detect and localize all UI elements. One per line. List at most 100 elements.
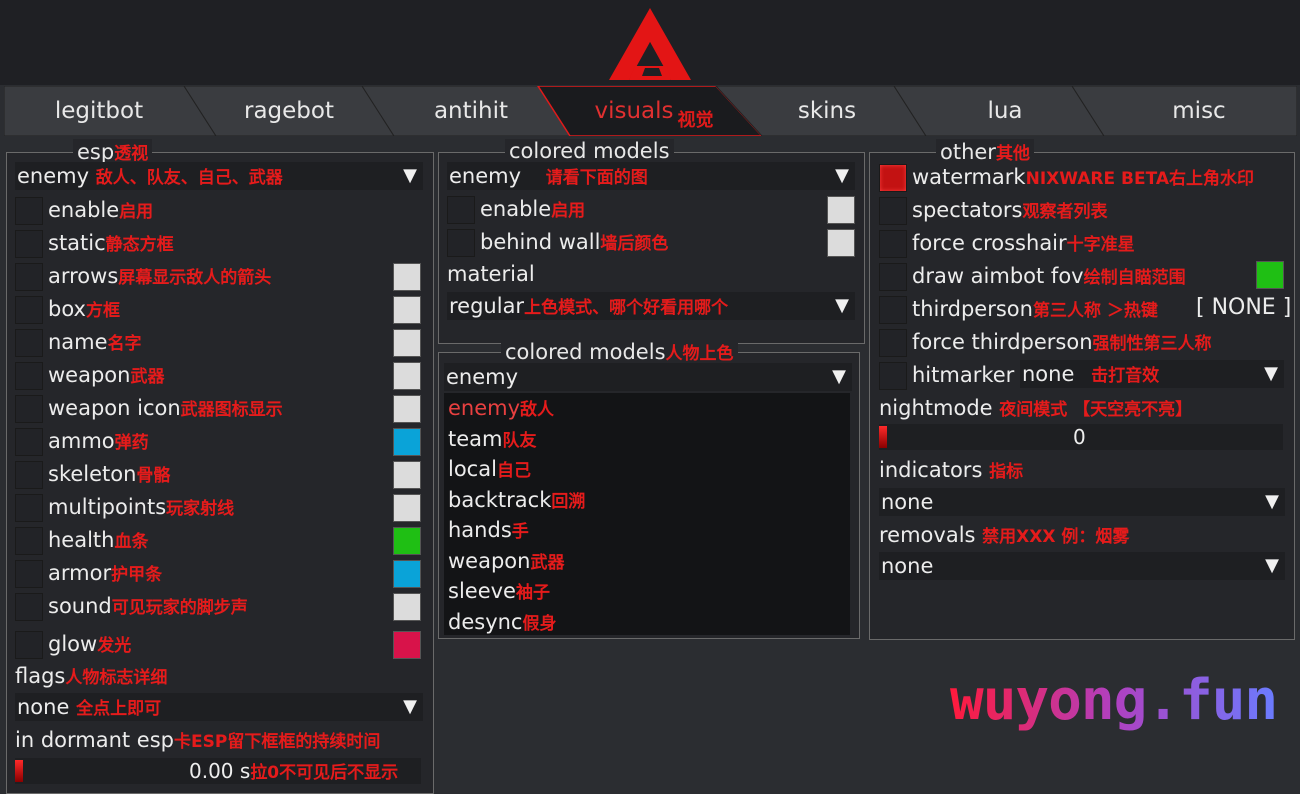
checkbox[interactable] bbox=[15, 362, 43, 390]
flags-label: flags人物标志详细 bbox=[15, 664, 168, 688]
dormant-slider[interactable]: 0.00 s拉0不可见后不显示 bbox=[15, 758, 421, 784]
option-label: armor护甲条 bbox=[48, 561, 163, 585]
checkbox[interactable] bbox=[447, 196, 475, 224]
colored-models-target-dropdown[interactable]: enemy 请看下面的图 ▼ bbox=[447, 162, 855, 190]
option-label: skeleton骨骼 bbox=[48, 462, 171, 486]
dormant-label: in dormant esp卡ESP留下框框的持续时间 bbox=[15, 728, 381, 752]
color-swatch[interactable] bbox=[393, 296, 421, 324]
checkbox[interactable] bbox=[15, 461, 43, 489]
chevron-down-icon: ▼ bbox=[1265, 555, 1279, 576]
checkbox[interactable] bbox=[15, 329, 43, 357]
dropdown-value: none bbox=[1022, 362, 1075, 386]
checkbox[interactable] bbox=[15, 296, 43, 324]
option-label: thirdperson第三人称 ＞热键 bbox=[912, 297, 1158, 321]
tab-label: skins bbox=[797, 98, 857, 124]
removals-label: removals 禁用XXX 例：烟雾 bbox=[879, 523, 1130, 547]
dropdown-cn: 上色模式、哪个好看用哪个 bbox=[524, 298, 729, 318]
colored-models-list-dropdown[interactable]: enemy ▼ bbox=[444, 363, 852, 391]
checkbox[interactable] bbox=[879, 263, 907, 291]
checkbox[interactable] bbox=[879, 230, 907, 258]
tab-antihit[interactable]: antihit bbox=[376, 86, 566, 136]
color-swatch[interactable] bbox=[393, 527, 421, 555]
option-label: watermarkNIXWARE BETA右上角水印 bbox=[912, 165, 1255, 189]
chevron-down-icon: ▼ bbox=[403, 696, 417, 717]
color-swatch[interactable] bbox=[393, 362, 421, 390]
option-label: draw aimbot fov绘制自瞄范围 bbox=[912, 264, 1186, 288]
checkbox[interactable] bbox=[15, 631, 43, 659]
color-swatch[interactable] bbox=[393, 593, 421, 621]
list-item[interactable]: hands手 bbox=[448, 515, 529, 545]
site-watermark: wuyong.fun bbox=[950, 668, 1278, 733]
checkbox[interactable] bbox=[879, 197, 907, 225]
tab-lua[interactable]: lua bbox=[910, 86, 1100, 136]
color-swatch[interactable] bbox=[393, 263, 421, 291]
nightmode-label: nightmode 夜间模式 【天空亮不亮】 bbox=[879, 396, 1193, 420]
indicators-dropdown[interactable]: none ▼ bbox=[879, 488, 1285, 516]
checkbox[interactable] bbox=[15, 494, 43, 522]
checkbox[interactable] bbox=[15, 428, 43, 456]
material-dropdown[interactable]: regular上色模式、哪个好看用哪个 ▼ bbox=[447, 292, 855, 320]
hitmarker-dropdown[interactable]: none 击打音效 ▼ bbox=[1020, 360, 1284, 388]
checkbox[interactable] bbox=[15, 230, 43, 258]
nightmode-slider[interactable]: 0 bbox=[879, 424, 1283, 450]
color-swatch[interactable] bbox=[827, 196, 855, 224]
checkbox[interactable] bbox=[879, 164, 907, 192]
tab-misc[interactable]: misc bbox=[1104, 86, 1294, 136]
checkbox[interactable] bbox=[15, 527, 43, 555]
dropdown-value: enemy bbox=[446, 365, 519, 389]
dropdown-value: enemy bbox=[17, 164, 90, 188]
tab-skins[interactable]: skins bbox=[732, 86, 922, 136]
checkbox[interactable] bbox=[879, 329, 907, 357]
option-label: ammo弹药 bbox=[48, 429, 149, 453]
chevron-down-icon: ▼ bbox=[832, 366, 846, 387]
checkbox[interactable] bbox=[15, 560, 43, 588]
list-item[interactable]: sleeve袖子 bbox=[448, 576, 550, 606]
dropdown-cn: 请看下面的图 bbox=[545, 168, 648, 188]
checkbox[interactable] bbox=[15, 593, 43, 621]
color-swatch[interactable] bbox=[393, 395, 421, 423]
dropdown-value: none bbox=[881, 490, 934, 514]
tab-label: visuals bbox=[594, 98, 674, 124]
tab-bar: legitbot ragebot antihit visuals 视觉 skins… bbox=[4, 86, 1297, 136]
slider-value: 0.00 s拉0不可见后不显示 bbox=[189, 759, 399, 783]
color-swatch[interactable] bbox=[827, 229, 855, 257]
list-item[interactable]: local自己 bbox=[448, 454, 531, 484]
checkbox[interactable] bbox=[15, 197, 43, 225]
fov-color-swatch[interactable] bbox=[1256, 261, 1284, 289]
option-label: enable启用 bbox=[48, 198, 154, 222]
checkbox[interactable] bbox=[15, 263, 43, 291]
color-swatch[interactable] bbox=[393, 494, 421, 522]
tab-ragebot[interactable]: ragebot bbox=[194, 86, 384, 136]
color-swatch[interactable] bbox=[393, 428, 421, 456]
color-swatch[interactable] bbox=[393, 560, 421, 588]
model-type-list: enemy敌人 team队友 local自己 backtrack回溯 hands手 wea… bbox=[444, 393, 850, 635]
flags-dropdown[interactable]: none 全点上即可 ▼ bbox=[15, 693, 423, 721]
slider-fill bbox=[879, 426, 887, 448]
dropdown-cn: 敌人、队友、自己、武器 bbox=[95, 168, 283, 188]
list-item[interactable]: weapon武器 bbox=[448, 546, 564, 576]
other-title: other其他 bbox=[936, 139, 1034, 164]
removals-dropdown[interactable]: none ▼ bbox=[879, 552, 1285, 580]
color-swatch[interactable] bbox=[393, 329, 421, 357]
option-label: glow发光 bbox=[48, 632, 132, 656]
list-item[interactable]: team队友 bbox=[448, 424, 536, 454]
thirdperson-hotkey[interactable]: [ NONE ] bbox=[1196, 293, 1291, 323]
list-item[interactable]: backtrack回溯 bbox=[448, 485, 585, 515]
option-label: weapon icon武器图标显示 bbox=[48, 396, 283, 420]
material-label: material bbox=[447, 262, 535, 286]
tab-visuals[interactable]: visuals 视觉 bbox=[559, 86, 749, 136]
tab-legitbot[interactable]: legitbot bbox=[4, 86, 194, 136]
dropdown-value: none bbox=[881, 554, 934, 578]
esp-target-dropdown[interactable]: enemy 敌人、队友、自己、武器 ▼ bbox=[15, 162, 423, 190]
checkbox[interactable] bbox=[879, 362, 907, 390]
tab-label: lua bbox=[987, 98, 1023, 124]
checkbox[interactable] bbox=[447, 229, 475, 257]
checkbox[interactable] bbox=[879, 296, 907, 324]
color-swatch[interactable] bbox=[393, 631, 421, 659]
list-item[interactable]: enemy敌人 bbox=[448, 393, 554, 423]
tab-label: antihit bbox=[433, 98, 509, 124]
checkbox[interactable] bbox=[15, 395, 43, 423]
option-label: enable启用 bbox=[480, 197, 586, 221]
color-swatch[interactable] bbox=[393, 461, 421, 489]
list-item[interactable]: desync假身 bbox=[448, 607, 556, 637]
